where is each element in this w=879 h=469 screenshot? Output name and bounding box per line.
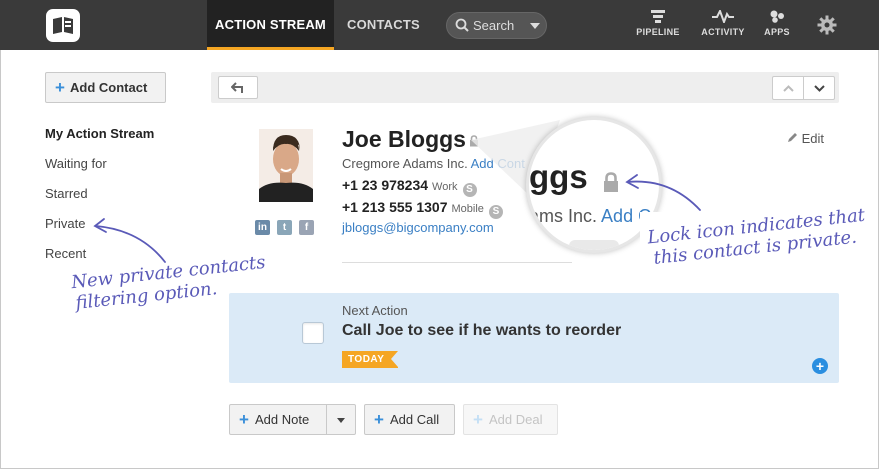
gear-icon[interactable] [817, 15, 837, 35]
contact-avatar [259, 129, 313, 202]
plus-icon: + [473, 410, 483, 429]
add-note-dropdown[interactable] [326, 404, 356, 435]
magnified-name: ggs [529, 158, 588, 195]
magnified-company: ams Inc. Add C [529, 206, 651, 227]
add-action-icon[interactable]: + [812, 358, 828, 374]
tab-contacts[interactable]: CONTACTS [347, 0, 420, 50]
phone-mobile: +1 213 555 1307 Mobile S [342, 199, 503, 219]
logo-icon [53, 17, 73, 34]
previous-record-button[interactable] [772, 76, 804, 100]
pipeline-icon [651, 10, 665, 23]
tab-action-stream[interactable]: ACTION STREAM [207, 0, 334, 50]
contact-name: Joe Bloggs [342, 126, 466, 152]
magnified-company-text: ams Inc. [529, 206, 598, 226]
nav-activity[interactable]: ACTIVITY [697, 8, 749, 37]
chevron-down-icon [337, 418, 345, 423]
nav-activity-label: ACTIVITY [701, 27, 745, 37]
skype-icon[interactable]: S [488, 205, 503, 219]
add-contact-button[interactable]: + Add Contact [45, 72, 166, 103]
add-note-label: Add Note [255, 412, 310, 427]
phone-work: +1 23 978234 Work S [342, 177, 477, 197]
sidebar-item-my-action-stream[interactable]: My Action Stream [45, 126, 154, 141]
activity-icon [712, 8, 734, 25]
top-nav-bar: ACTION STREAM CONTACTS Search PIPELINE A… [0, 0, 879, 50]
apps-icon [770, 10, 784, 23]
edit-label: Edit [801, 131, 825, 146]
skype-icon[interactable]: S [462, 183, 477, 197]
lock-icon [470, 135, 478, 147]
chevron-down-icon [814, 85, 825, 92]
phone-mobile-number[interactable]: +1 213 555 1307 [342, 199, 448, 215]
card-divider [342, 262, 572, 263]
add-contact-label: Add Contact [70, 80, 148, 95]
back-button[interactable] [218, 76, 258, 99]
due-badge: TODAY [342, 351, 399, 368]
add-deal-label: Add Deal [489, 412, 543, 427]
chevron-down-icon[interactable] [530, 23, 540, 29]
add-call-button[interactable]: + Add Call [364, 404, 455, 435]
magnified-fragment [569, 240, 619, 250]
linkedin-icon[interactable]: in [255, 220, 270, 235]
phone-work-number[interactable]: +1 23 978234 [342, 177, 428, 193]
sidebar-item-recent[interactable]: Recent [45, 246, 86, 261]
next-action-title[interactable]: Call Joe to see if he wants to reorder [342, 322, 621, 340]
plus-icon: + [55, 78, 65, 97]
contact-email[interactable]: jbloggs@bigcompany.com [342, 220, 494, 235]
phone-work-type: Work [432, 181, 458, 193]
add-contact-link[interactable]: Add Cont [471, 156, 525, 171]
twitter-icon[interactable]: t [277, 220, 292, 235]
next-action-label: Next Action [342, 303, 408, 318]
sidebar-item-private[interactable]: Private [45, 216, 85, 231]
add-note-button[interactable]: + Add Note [229, 404, 327, 435]
phone-mobile-type: Mobile [451, 203, 484, 215]
nav-pipeline[interactable]: PIPELINE [634, 10, 682, 37]
pencil-icon [788, 133, 797, 142]
nav-apps-label: APPS [764, 27, 790, 37]
add-deal-button[interactable]: + Add Deal [463, 404, 558, 435]
facebook-icon[interactable]: f [299, 220, 314, 235]
add-call-label: Add Call [390, 412, 440, 427]
sidebar-item-starred[interactable]: Starred [45, 186, 88, 201]
plus-icon: + [239, 410, 249, 429]
record-toolbar [211, 72, 839, 103]
sidebar-item-waiting-for[interactable]: Waiting for [45, 156, 107, 171]
search-placeholder: Search [473, 18, 515, 33]
contact-company: Cregmore Adams Inc. Add Cont [342, 156, 525, 171]
nav-apps[interactable]: APPS [762, 10, 792, 37]
lock-icon-magnified [604, 172, 618, 192]
app-logo[interactable] [46, 9, 80, 42]
next-record-button[interactable] [803, 76, 835, 100]
avatar-photo [259, 129, 313, 202]
company-name: Cregmore Adams Inc. [342, 156, 468, 171]
plus-icon: + [374, 410, 384, 429]
edit-button[interactable]: Edit [787, 131, 824, 146]
search-icon [455, 18, 469, 32]
back-arrow-icon [231, 82, 243, 93]
complete-action-checkbox[interactable] [302, 322, 324, 344]
nav-pipeline-label: PIPELINE [636, 27, 680, 37]
chevron-up-icon [783, 85, 794, 92]
search-box[interactable]: Search [446, 12, 547, 39]
